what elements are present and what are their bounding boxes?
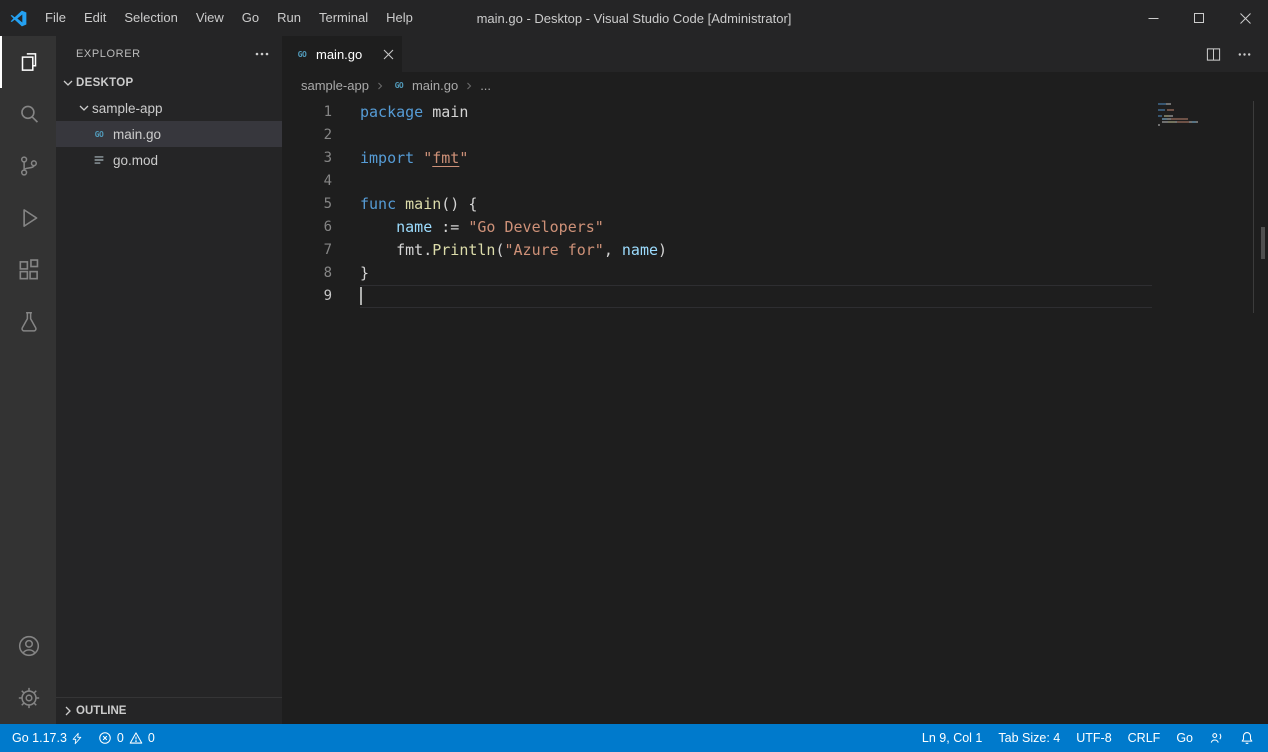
minimap[interactable] xyxy=(1158,103,1250,130)
go-file-icon: GO xyxy=(294,46,310,62)
maximize-button[interactable] xyxy=(1176,0,1222,36)
go-file-icon: GO xyxy=(391,78,407,94)
editor-more-actions-icon[interactable] xyxy=(1237,47,1252,62)
chevron-down-icon xyxy=(76,100,92,116)
breadcrumb: sample-app GO main.go ... xyxy=(282,72,1268,99)
minimize-button[interactable] xyxy=(1130,0,1176,36)
lightning-icon xyxy=(72,732,82,745)
status-bar: Go 1.17.3 0 0 Ln 9, Col 1 Tab Size: 4 UT… xyxy=(0,724,1268,752)
activity-bar xyxy=(0,36,56,724)
window-title: main.go - Desktop - Visual Studio Code [… xyxy=(477,11,792,26)
menu-go[interactable]: Go xyxy=(233,0,268,36)
section-outline[interactable]: OUTLINE xyxy=(56,697,282,724)
chevron-right-icon xyxy=(374,80,386,92)
run-debug-icon[interactable] xyxy=(0,192,56,244)
error-icon xyxy=(98,731,112,745)
scrollbar-thumb[interactable] xyxy=(1261,227,1265,259)
line-number: 5 xyxy=(282,193,332,216)
line-number: 2 xyxy=(282,124,332,147)
extensions-icon[interactable] xyxy=(0,244,56,296)
folder-sample-app[interactable]: sample-app xyxy=(56,95,282,121)
line-number: 8 xyxy=(282,262,332,285)
split-editor-icon[interactable] xyxy=(1206,47,1221,62)
title-bar: File Edit Selection View Go Run Terminal… xyxy=(0,0,1268,36)
warning-icon xyxy=(129,731,143,745)
explorer-sidebar: EXPLORER DESKTOP sample-app xyxy=(56,36,282,724)
chevron-right-icon xyxy=(60,703,76,719)
code-line[interactable]: 8} xyxy=(282,262,1268,285)
search-icon[interactable] xyxy=(0,88,56,140)
menu-view[interactable]: View xyxy=(187,0,233,36)
code-line[interactable]: 2 xyxy=(282,124,1268,147)
code-area[interactable]: 1package main23import "fmt"45func main()… xyxy=(282,99,1268,724)
explorer-icon[interactable] xyxy=(0,36,56,88)
breadcrumb-symbol[interactable]: ... xyxy=(480,78,491,93)
code-line[interactable]: 7 fmt.Println("Azure for", name) xyxy=(282,239,1268,262)
line-number: 1 xyxy=(282,101,332,124)
code-line[interactable]: 1package main xyxy=(282,101,1268,124)
go-mod-file-icon xyxy=(90,153,108,167)
chevron-right-icon xyxy=(463,80,475,92)
vscode-window: File Edit Selection View Go Run Terminal… xyxy=(0,0,1268,752)
testing-icon[interactable] xyxy=(0,296,56,348)
activity-bar-top xyxy=(0,36,56,348)
overview-ruler xyxy=(1253,101,1254,313)
text-cursor xyxy=(360,287,362,305)
settings-gear-icon[interactable] xyxy=(0,672,56,724)
breadcrumb-file[interactable]: main.go xyxy=(412,78,458,93)
sidebar-header: EXPLORER xyxy=(56,36,282,71)
menu-terminal[interactable]: Terminal xyxy=(310,0,377,36)
menu-run[interactable]: Run xyxy=(268,0,310,36)
menu-selection[interactable]: Selection xyxy=(115,0,186,36)
go-version-status[interactable]: Go 1.17.3 xyxy=(4,724,90,752)
section-desktop[interactable]: DESKTOP xyxy=(56,71,282,95)
activity-bar-bottom xyxy=(0,620,56,724)
tab-label: main.go xyxy=(316,47,362,62)
source-control-icon[interactable] xyxy=(0,140,56,192)
tab-main-go[interactable]: GO main.go xyxy=(282,36,402,72)
tab-close-icon[interactable] xyxy=(383,49,394,60)
tab-bar: GO main.go xyxy=(282,36,1268,72)
window-controls xyxy=(1130,0,1268,36)
menu-bar: File Edit Selection View Go Run Terminal… xyxy=(36,0,422,36)
code-line[interactable]: 3import "fmt" xyxy=(282,147,1268,170)
line-number: 7 xyxy=(282,239,332,262)
menu-help[interactable]: Help xyxy=(377,0,422,36)
cursor-position-status[interactable]: Ln 9, Col 1 xyxy=(914,724,990,752)
close-button[interactable] xyxy=(1222,0,1268,36)
line-number: 3 xyxy=(282,147,332,170)
editor-actions xyxy=(1206,36,1268,72)
status-bar-right: Ln 9, Col 1 Tab Size: 4 UTF-8 CRLF Go xyxy=(914,724,1262,752)
breadcrumb-folder[interactable]: sample-app xyxy=(301,78,369,93)
eol-status[interactable]: CRLF xyxy=(1120,724,1169,752)
file-tree: sample-app GO main.go go.mod xyxy=(56,95,282,173)
code-line[interactable]: 6 name := "Go Developers" xyxy=(282,216,1268,239)
encoding-status[interactable]: UTF-8 xyxy=(1068,724,1119,752)
menu-file[interactable]: File xyxy=(36,0,75,36)
code-line[interactable]: 5func main() { xyxy=(282,193,1268,216)
code-line[interactable]: 9 xyxy=(282,285,1268,308)
menu-edit[interactable]: Edit xyxy=(75,0,115,36)
notifications-bell-icon[interactable] xyxy=(1232,724,1262,752)
file-go-mod[interactable]: go.mod xyxy=(56,147,282,173)
code-lines: 1package main23import "fmt"45func main()… xyxy=(282,101,1268,308)
feedback-icon[interactable] xyxy=(1201,724,1232,752)
line-number: 9 xyxy=(282,285,332,308)
problems-status[interactable]: 0 0 xyxy=(90,724,163,752)
chevron-down-icon xyxy=(60,75,76,91)
file-main-go[interactable]: GO main.go xyxy=(56,121,282,147)
language-mode-status[interactable]: Go xyxy=(1168,724,1201,752)
code-line[interactable]: 4 xyxy=(282,170,1268,193)
editor-group: GO main.go sample-app xyxy=(282,36,1268,724)
tab-size-status[interactable]: Tab Size: 4 xyxy=(990,724,1068,752)
status-bar-left: Go 1.17.3 0 0 xyxy=(4,724,163,752)
line-number: 6 xyxy=(282,216,332,239)
account-icon[interactable] xyxy=(0,620,56,672)
vscode-logo-icon xyxy=(0,10,36,27)
explorer-actions-icon[interactable] xyxy=(254,46,270,62)
sidebar-title: EXPLORER xyxy=(76,48,141,60)
go-file-icon: GO xyxy=(90,126,108,142)
line-number: 4 xyxy=(282,170,332,193)
